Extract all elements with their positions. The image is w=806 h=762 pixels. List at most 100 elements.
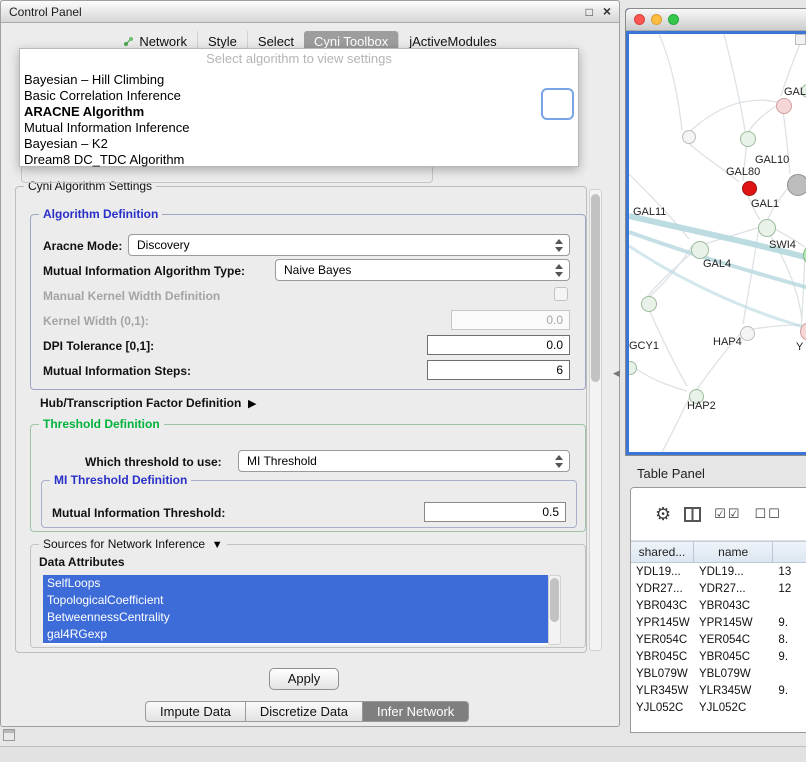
tab-impute-data[interactable]: Impute Data	[145, 701, 246, 722]
table-row[interactable]: YJL052CYJL052C	[631, 699, 806, 716]
network-node[interactable]	[787, 174, 806, 196]
algorithm-option[interactable]: Bayesian – K2	[20, 136, 578, 152]
sources-group-toggle[interactable]: Sources for Network Inference ▼	[39, 537, 227, 551]
node-label: GAL	[784, 86, 806, 98]
node-label: HAP4	[713, 336, 742, 348]
algorithm-placeholder: Select algorithm to view settings	[20, 51, 578, 68]
bottom-tab-bar: Impute Data Discretize Data Infer Networ…	[145, 701, 469, 722]
mi-threshold-label: Mutual Information Threshold:	[52, 506, 225, 520]
node-label: HAP2	[687, 400, 716, 412]
mi-threshold-field[interactable]: 0.5	[424, 502, 566, 522]
mi-threshold-group-title: MI Threshold Definition	[50, 473, 191, 487]
network-node-gal1[interactable]	[758, 219, 776, 237]
column-header-name[interactable]: name	[694, 542, 774, 562]
algorithm-option-selected[interactable]: ARACNE Algorithm	[20, 104, 578, 120]
attribute-item-selected[interactable]: SelfLoops	[43, 575, 548, 592]
algorithm-definition-group: Algorithm Definition Aracne Mode: Discov…	[30, 214, 586, 390]
hub-section-toggle[interactable]: Hub/Transcription Factor Definition ▶	[40, 396, 256, 410]
table-row[interactable]: YPR145WYPR145W9.	[631, 614, 806, 631]
attribute-item-selected[interactable]: gal4RGexp	[43, 626, 548, 643]
network-node-hap4[interactable]	[740, 326, 755, 341]
table-row[interactable]: YDR27...YDR27...12	[631, 580, 806, 597]
settings-scrollbar[interactable]	[589, 189, 602, 651]
network-window-titlebar	[626, 9, 806, 31]
splitter-collapse-icon[interactable]: ◀	[613, 368, 620, 379]
docked-panel-icon[interactable]	[3, 729, 15, 741]
mi-type-label: Mutual Information Algorithm Type:	[43, 264, 245, 278]
threshold-definition-group: Threshold Definition Which threshold to …	[30, 424, 586, 532]
cyni-algorithm-settings-group: Cyni Algorithm Settings Algorithm Defini…	[15, 186, 587, 653]
attribute-item-selected[interactable]: BetweennessCentrality	[43, 609, 548, 626]
network-node[interactable]	[776, 98, 792, 114]
network-canvas[interactable]: GAL GAL80 GAL10 GAL11 GAL1 SWI4 GAL4 GCY…	[629, 34, 806, 452]
network-node[interactable]	[740, 131, 756, 147]
node-label: GAL11	[633, 206, 666, 218]
mi-steps-label: Mutual Information Steps:	[43, 364, 191, 378]
node-label: GAL4	[703, 258, 731, 270]
close-traffic-light-icon[interactable]	[634, 14, 645, 25]
close-icon[interactable]: ×	[603, 5, 611, 19]
focused-button-fragment[interactable]	[541, 88, 574, 120]
sources-group: Sources for Network Inference ▼ Data Att…	[30, 544, 586, 648]
table-header: shared... name	[631, 541, 806, 563]
status-bar	[0, 746, 806, 762]
table-row[interactable]: YBR045CYBR045C9.	[631, 648, 806, 665]
tab-discretize-data[interactable]: Discretize Data	[246, 701, 363, 722]
threshold-definition-title: Threshold Definition	[39, 417, 164, 431]
table-row[interactable]: YLR345WYLR345W9.	[631, 682, 806, 699]
mi-type-select[interactable]: Naive Bayes	[275, 259, 570, 281]
deselect-all-icon[interactable]: ☐☐	[754, 506, 781, 522]
table-row[interactable]: YER054CYER054C8.	[631, 631, 806, 648]
mi-steps-field[interactable]: 6	[427, 360, 570, 380]
dpi-tolerance-field[interactable]: 0.0	[427, 335, 570, 355]
algorithm-option[interactable]: Basic Correlation Inference	[20, 88, 578, 104]
network-view-window: GAL GAL80 GAL10 GAL11 GAL1 SWI4 GAL4 GCY…	[625, 8, 806, 456]
node-label: GAL10	[755, 154, 789, 166]
combo-arrows-icon	[555, 239, 563, 252]
table-toolbar: ⚙ ☑☑ ☐☐	[631, 488, 806, 541]
node-label: SWI4	[769, 239, 796, 251]
attribute-list-scrollbar[interactable]	[548, 575, 561, 645]
aracne-mode-select[interactable]: Discovery	[128, 234, 570, 256]
kernel-width-label: Kernel Width (0,1):	[43, 314, 149, 328]
which-threshold-label: Which threshold to use:	[85, 455, 222, 469]
scrollbar-corner	[795, 34, 806, 45]
network-node-gal4[interactable]	[691, 241, 709, 259]
columns-icon[interactable]	[684, 507, 701, 522]
chevron-right-icon: ▶	[248, 398, 256, 410]
table-panel-window: ⚙ ☑☑ ☐☐ shared... name YDL19...YDL19...1…	[630, 487, 806, 733]
network-node-gal10[interactable]	[742, 181, 757, 196]
attribute-item-selected[interactable]: TopologicalCoefficient	[43, 592, 548, 609]
kernel-width-field: 0.0	[451, 310, 570, 330]
column-header-extra[interactable]	[773, 542, 806, 562]
node-label: Y	[796, 341, 803, 353]
node-label: GCY1	[629, 340, 659, 352]
minimize-traffic-light-icon[interactable]	[651, 14, 662, 25]
algorithm-definition-title: Algorithm Definition	[39, 207, 162, 221]
table-row[interactable]: YDL19...YDL19...13	[631, 563, 806, 580]
column-header-shared-name[interactable]: shared...	[631, 542, 694, 562]
algorithm-dropdown-popup: Select algorithm to view settings Bayesi…	[19, 48, 579, 167]
select-all-icon[interactable]: ☑☑	[714, 506, 741, 522]
float-window-icon[interactable]: □	[586, 5, 593, 19]
data-attributes-list: SelfLoops TopologicalCoefficient Between…	[43, 575, 548, 645]
algorithm-option[interactable]: Mutual Information Inference	[20, 120, 578, 136]
data-attributes-label: Data Attributes	[39, 555, 125, 569]
algorithm-option[interactable]: Dream8 DC_TDC Algorithm	[20, 152, 578, 168]
mi-threshold-group: MI Threshold Definition Mutual Informati…	[41, 480, 577, 528]
network-node[interactable]	[682, 130, 696, 144]
zoom-traffic-light-icon[interactable]	[668, 14, 679, 25]
which-threshold-select[interactable]: MI Threshold	[238, 450, 570, 472]
table-row[interactable]: YBL079WYBL079W	[631, 665, 806, 682]
tab-infer-network[interactable]: Infer Network	[363, 701, 469, 722]
algorithm-option[interactable]: Bayesian – Hill Climbing	[20, 72, 578, 88]
network-node[interactable]	[641, 296, 657, 312]
apply-button[interactable]: Apply	[269, 668, 339, 690]
table-row[interactable]: YBR043CYBR043C	[631, 597, 806, 614]
node-label: GAL1	[751, 198, 779, 210]
network-tab-icon	[123, 36, 134, 47]
node-label: GAL80	[726, 166, 760, 178]
combo-arrows-icon	[555, 455, 563, 468]
manual-kernel-label: Manual Kernel Width Definition	[43, 289, 220, 303]
gear-icon[interactable]: ⚙	[655, 504, 671, 525]
